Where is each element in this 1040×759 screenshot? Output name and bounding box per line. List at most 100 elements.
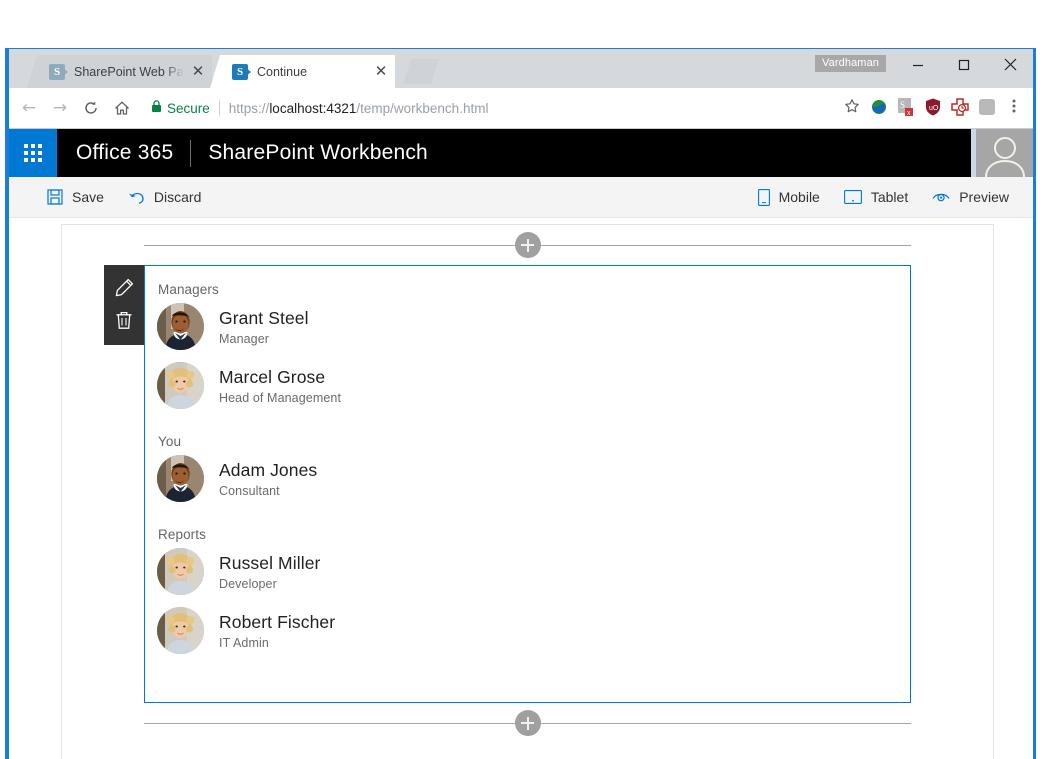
- tablet-preview-button[interactable]: Tablet: [832, 177, 920, 218]
- org-chart-webpart[interactable]: Managers Grant Steel Manager Marcel Gros…: [144, 265, 911, 703]
- close-window-icon[interactable]: [987, 49, 1033, 80]
- workbench-canvas-scroll: Managers Grant Steel Manager Marcel Gros…: [9, 218, 1033, 759]
- clock-plus-icon[interactable]: [950, 97, 972, 119]
- save-label: Save: [72, 189, 104, 205]
- kebab-menu-icon[interactable]: [1003, 98, 1025, 118]
- webpart-container: Managers Grant Steel Manager Marcel Gros…: [104, 265, 911, 703]
- browser-tab-strip: S SharePoint Web Part Wo ✕ S Continue ✕ …: [9, 49, 1033, 88]
- webpart-toolbar: [104, 265, 144, 345]
- url-text: https://localhost:4321/temp/workbench.ht…: [228, 100, 489, 116]
- star-icon[interactable]: [839, 98, 865, 118]
- group-label-you: You: [158, 434, 182, 449]
- reload-icon[interactable]: [77, 94, 105, 122]
- person-text: Robert Fischer IT Admin: [219, 612, 335, 650]
- plus-icon[interactable]: [514, 710, 541, 736]
- back-icon[interactable]: ←: [15, 94, 43, 122]
- person-role: IT Admin: [219, 635, 269, 650]
- person-name: Robert Fischer: [219, 611, 336, 632]
- add-section-bottom: [62, 703, 993, 743]
- plus-icon[interactable]: [514, 232, 541, 258]
- lock-icon: [151, 100, 162, 116]
- new-tab-button[interactable]: [403, 59, 439, 84]
- security-label: Secure: [167, 100, 210, 116]
- avatar: [157, 455, 204, 502]
- page-title: SharePoint Workbench: [208, 141, 428, 164]
- tablet-label: Tablet: [870, 189, 909, 205]
- page-viewport: Office 365 SharePoint Workbench Save Dis…: [9, 129, 1033, 759]
- office365-suite-bar: Office 365 SharePoint Workbench: [9, 129, 1033, 177]
- close-icon[interactable]: ✕: [371, 62, 391, 82]
- person-text: Marcel Grose Head of Management: [219, 367, 341, 405]
- minimize-icon[interactable]: [895, 49, 941, 80]
- tablet-icon: [843, 190, 862, 204]
- browser-tab-title: Continue: [257, 64, 308, 79]
- discard-label: Discard: [153, 189, 202, 205]
- page-canvas: Managers Grant Steel Manager Marcel Gros…: [61, 224, 994, 759]
- svg-text:uO: uO: [929, 105, 939, 112]
- avatar: [157, 362, 204, 409]
- group-label-managers: Managers: [158, 282, 219, 297]
- mobile-label: Mobile: [778, 189, 820, 205]
- workbench-command-bar: Save Discard Mobile Tablet Preview: [9, 177, 1033, 218]
- person-name: Marcel Grose: [219, 366, 326, 387]
- person-role: Developer: [219, 576, 277, 591]
- close-icon[interactable]: ✕: [188, 62, 208, 82]
- person-item[interactable]: Grant Steel Manager: [157, 303, 910, 350]
- preview-mode-group: Mobile Tablet Preview: [746, 177, 1021, 218]
- person-item[interactable]: Marcel Grose Head of Management: [157, 362, 910, 409]
- browser-tab-1[interactable]: S Continue ✕: [210, 55, 395, 88]
- avatar: [157, 548, 204, 595]
- app-launcher-icon[interactable]: [9, 129, 57, 177]
- sharepoint-icon: S: [49, 63, 68, 80]
- office-excel-icon[interactable]: Sx: [896, 97, 918, 119]
- avatar: [157, 607, 204, 654]
- extension-icons: Sx uO: [869, 97, 999, 119]
- forward-icon[interactable]: →: [46, 94, 74, 122]
- person-role: Manager: [219, 331, 270, 346]
- preview-eye-icon: [932, 190, 950, 204]
- person-item[interactable]: Robert Fischer IT Admin: [157, 607, 910, 654]
- group-label-reports: Reports: [158, 527, 206, 542]
- person-role: Head of Management: [219, 390, 342, 405]
- person-name: Adam Jones: [219, 459, 318, 480]
- person-item[interactable]: Russel Miller Developer: [157, 548, 910, 595]
- window-controls: [895, 49, 1033, 80]
- discard-button[interactable]: Discard: [116, 177, 213, 218]
- globe-translate-icon[interactable]: [869, 97, 891, 119]
- suite-divider: [190, 139, 192, 167]
- mobile-preview-button[interactable]: Mobile: [746, 177, 832, 218]
- sharepoint-icon: S: [232, 63, 251, 80]
- mobile-icon: [757, 188, 770, 206]
- person-name: Russel Miller: [219, 552, 321, 573]
- pencil-icon[interactable]: [104, 271, 144, 304]
- home-icon[interactable]: [108, 94, 136, 122]
- browser-profile-badge[interactable]: Vardhaman: [815, 55, 886, 72]
- person-role: Consultant: [219, 483, 280, 498]
- browser-tab-0[interactable]: S SharePoint Web Part Wo ✕: [27, 55, 212, 88]
- office365-brand[interactable]: Office 365: [76, 141, 173, 165]
- save-icon: [47, 189, 63, 205]
- user-avatar-icon[interactable]: [971, 129, 1033, 177]
- person-name: Grant Steel: [219, 307, 309, 328]
- avatar: [157, 303, 204, 350]
- trash-icon[interactable]: [104, 304, 144, 337]
- browser-window: S SharePoint Web Part Wo ✕ S Continue ✕ …: [5, 48, 1036, 759]
- save-button[interactable]: Save: [35, 177, 116, 218]
- add-section-top: [62, 225, 993, 265]
- svg-text:S: S: [900, 100, 905, 110]
- maximize-icon[interactable]: [941, 49, 987, 80]
- person-text: Grant Steel Manager: [219, 308, 309, 346]
- browser-tab-title: SharePoint Web Part Wo: [74, 64, 184, 79]
- shield-adblock-icon[interactable]: uO: [923, 97, 945, 119]
- person-item[interactable]: Adam Jones Consultant: [157, 455, 910, 502]
- preview-button[interactable]: Preview: [920, 177, 1021, 218]
- omnibox-divider: [218, 100, 220, 116]
- person-text: Russel Miller Developer: [219, 553, 320, 591]
- address-bar[interactable]: Secure https://localhost:4321/temp/workb…: [147, 94, 833, 122]
- desktop-background: S SharePoint Web Part Wo ✕ S Continue ✕ …: [0, 0, 1040, 759]
- preview-label: Preview: [959, 189, 1009, 205]
- pocket-icon[interactable]: [977, 97, 999, 119]
- svg-text:x: x: [907, 110, 911, 117]
